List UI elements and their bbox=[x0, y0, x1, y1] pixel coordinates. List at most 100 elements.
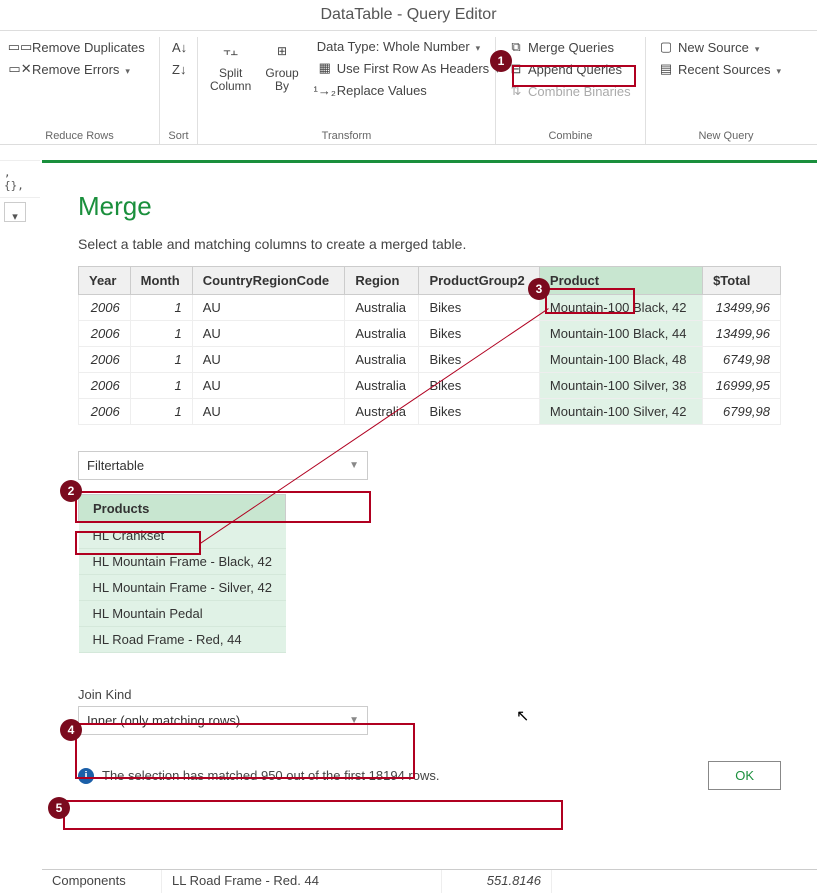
append-queries-button[interactable]: ⊟Append Queries bbox=[504, 59, 637, 79]
col-products[interactable]: Products bbox=[79, 495, 286, 523]
split-column-icon: ⫟⫠ bbox=[217, 37, 245, 65]
footer-row: Components LL Road Frame - Red. 44 551.8… bbox=[42, 869, 817, 893]
table-row[interactable]: HL Road Frame - Red, 44 bbox=[79, 627, 286, 653]
merge-icon: ⧉ bbox=[508, 39, 524, 55]
table-cell: Australia bbox=[345, 295, 419, 321]
table-cell: Mountain-100 Silver, 42 bbox=[539, 399, 702, 425]
recent-sources-icon: ▤ bbox=[658, 61, 674, 77]
remove-duplicates-button[interactable]: ▭▭Remove Duplicates bbox=[8, 37, 151, 57]
table-row[interactable]: 20061AUAustraliaBikesMountain-100 Black,… bbox=[79, 347, 781, 373]
table-cell: 1 bbox=[130, 373, 192, 399]
merge-dialog: Merge Select a table and matching column… bbox=[42, 160, 817, 865]
col-countryregion[interactable]: CountryRegionCode bbox=[192, 267, 345, 295]
table-cell: Mountain-100 Black, 44 bbox=[539, 321, 702, 347]
sort-desc-icon: Z↓ bbox=[172, 61, 186, 77]
footer-cell: 551.8146 bbox=[442, 870, 552, 893]
ribbon-group-new-query: New Query bbox=[654, 126, 798, 142]
table-cell: HL Road Frame - Red, 44 bbox=[79, 627, 286, 653]
table-cell: 13499,96 bbox=[703, 295, 781, 321]
col-total[interactable]: $Total bbox=[703, 267, 781, 295]
table-row[interactable]: 20061AUAustraliaBikesMountain-100 Silver… bbox=[79, 373, 781, 399]
col-product[interactable]: Product bbox=[539, 267, 702, 295]
secondary-table[interactable]: Products HL CranksetHL Mountain Frame - … bbox=[78, 494, 286, 653]
replace-icon: ¹→₂ bbox=[317, 82, 333, 98]
filter-table-dropdown[interactable]: Filtertable▼ bbox=[78, 451, 368, 480]
table-row[interactable]: 20061AUAustraliaBikesMountain-100 Black,… bbox=[79, 295, 781, 321]
table-cell: 2006 bbox=[79, 347, 131, 373]
table-cell: 1 bbox=[130, 399, 192, 425]
table-row[interactable]: HL Mountain Pedal bbox=[79, 601, 286, 627]
table-cell: 1 bbox=[130, 295, 192, 321]
join-kind-dropdown[interactable]: Inner (only matching rows)▼ bbox=[78, 706, 368, 735]
sort-desc-button[interactable]: Z↓ bbox=[168, 59, 189, 79]
merge-queries-button[interactable]: ⧉Merge Queries bbox=[504, 37, 637, 57]
replace-values-button[interactable]: ¹→₂Replace Values bbox=[313, 80, 504, 100]
sort-asc-icon: A↓ bbox=[172, 39, 187, 55]
left-gutter: , {}, ▾ bbox=[0, 160, 40, 226]
col-productgroup2[interactable]: ProductGroup2 bbox=[419, 267, 539, 295]
ribbon-group-transform: Transform bbox=[206, 126, 487, 142]
gutter-text: , {}, bbox=[0, 160, 40, 198]
table-cell: AU bbox=[192, 295, 345, 321]
col-region[interactable]: Region bbox=[345, 267, 419, 295]
split-column-button[interactable]: ⫟⫠Split Column bbox=[206, 37, 255, 93]
table-row[interactable]: HL Mountain Frame - Black, 42 bbox=[79, 549, 286, 575]
col-year[interactable]: Year bbox=[79, 267, 131, 295]
table-cell: AU bbox=[192, 399, 345, 425]
table-row[interactable]: 20061AUAustraliaBikesMountain-100 Silver… bbox=[79, 399, 781, 425]
join-kind-label: Join Kind bbox=[78, 687, 781, 702]
combine-binaries-icon: ⇅ bbox=[508, 83, 524, 99]
table-row[interactable]: HL Mountain Frame - Silver, 42 bbox=[79, 575, 286, 601]
new-source-button[interactable]: ▢New Source bbox=[654, 37, 798, 57]
window-title: DataTable - Query Editor bbox=[0, 0, 817, 30]
table-cell: 6749,98 bbox=[703, 347, 781, 373]
primary-table[interactable]: Year Month CountryRegionCode Region Prod… bbox=[78, 266, 781, 425]
badge-5: 5 bbox=[48, 797, 70, 819]
first-row-headers-button[interactable]: ▦Use First Row As Headers bbox=[313, 58, 504, 78]
table-cell: Bikes bbox=[419, 399, 539, 425]
table-cell: Bikes bbox=[419, 347, 539, 373]
table-cell: Bikes bbox=[419, 373, 539, 399]
ribbon: ▭▭Remove Duplicates ▭✕Remove Errors Redu… bbox=[0, 30, 817, 145]
table-cell: Australia bbox=[345, 373, 419, 399]
chevron-down-icon: ▼ bbox=[349, 460, 359, 471]
table-cell: 1 bbox=[130, 321, 192, 347]
table-cell: Australia bbox=[345, 321, 419, 347]
remove-errors-button[interactable]: ▭✕Remove Errors bbox=[8, 59, 151, 79]
info-icon: i bbox=[78, 768, 94, 784]
table-cell: HL Crankset bbox=[79, 523, 286, 549]
table-cell: Australia bbox=[345, 399, 419, 425]
table-cell: 1 bbox=[130, 347, 192, 373]
table-cell: Mountain-100 Silver, 38 bbox=[539, 373, 702, 399]
table-cell: 2006 bbox=[79, 399, 131, 425]
ribbon-group-combine: Combine bbox=[504, 126, 637, 142]
table-cell: HL Mountain Pedal bbox=[79, 601, 286, 627]
data-type-button[interactable]: Data Type: Whole Number bbox=[313, 37, 504, 56]
badge-4: 4 bbox=[60, 719, 82, 741]
table-cell: 13499,96 bbox=[703, 321, 781, 347]
table-cell: HL Mountain Frame - Black, 42 bbox=[79, 549, 286, 575]
table-cell: AU bbox=[192, 373, 345, 399]
sort-asc-button[interactable]: A↓ bbox=[168, 37, 189, 57]
badge-3: 3 bbox=[528, 278, 550, 300]
badge-1: 1 bbox=[490, 50, 512, 72]
recent-sources-button[interactable]: ▤Recent Sources bbox=[654, 59, 798, 79]
table-cell: Australia bbox=[345, 347, 419, 373]
badge-2: 2 bbox=[60, 480, 82, 502]
ribbon-group-reduce-rows: Reduce Rows bbox=[8, 126, 151, 142]
table-row[interactable]: HL Crankset bbox=[79, 523, 286, 549]
table-cell: HL Mountain Frame - Silver, 42 bbox=[79, 575, 286, 601]
group-by-icon: ⊞ bbox=[268, 37, 296, 65]
table-cell: 2006 bbox=[79, 321, 131, 347]
chevron-down-icon: ▼ bbox=[349, 715, 359, 726]
dialog-subtitle: Select a table and matching columns to c… bbox=[78, 236, 781, 252]
col-month[interactable]: Month bbox=[130, 267, 192, 295]
ok-button[interactable]: OK bbox=[708, 761, 781, 790]
table-row[interactable]: 20061AUAustraliaBikesMountain-100 Black,… bbox=[79, 321, 781, 347]
ribbon-group-sort: Sort bbox=[168, 126, 189, 142]
table-cell: AU bbox=[192, 321, 345, 347]
group-by-button[interactable]: ⊞Group By bbox=[261, 37, 302, 93]
rows-error-icon: ▭✕ bbox=[12, 61, 28, 77]
table-cell: Mountain-100 Black, 42 bbox=[539, 295, 702, 321]
gutter-dropdown[interactable]: ▾ bbox=[4, 202, 26, 222]
